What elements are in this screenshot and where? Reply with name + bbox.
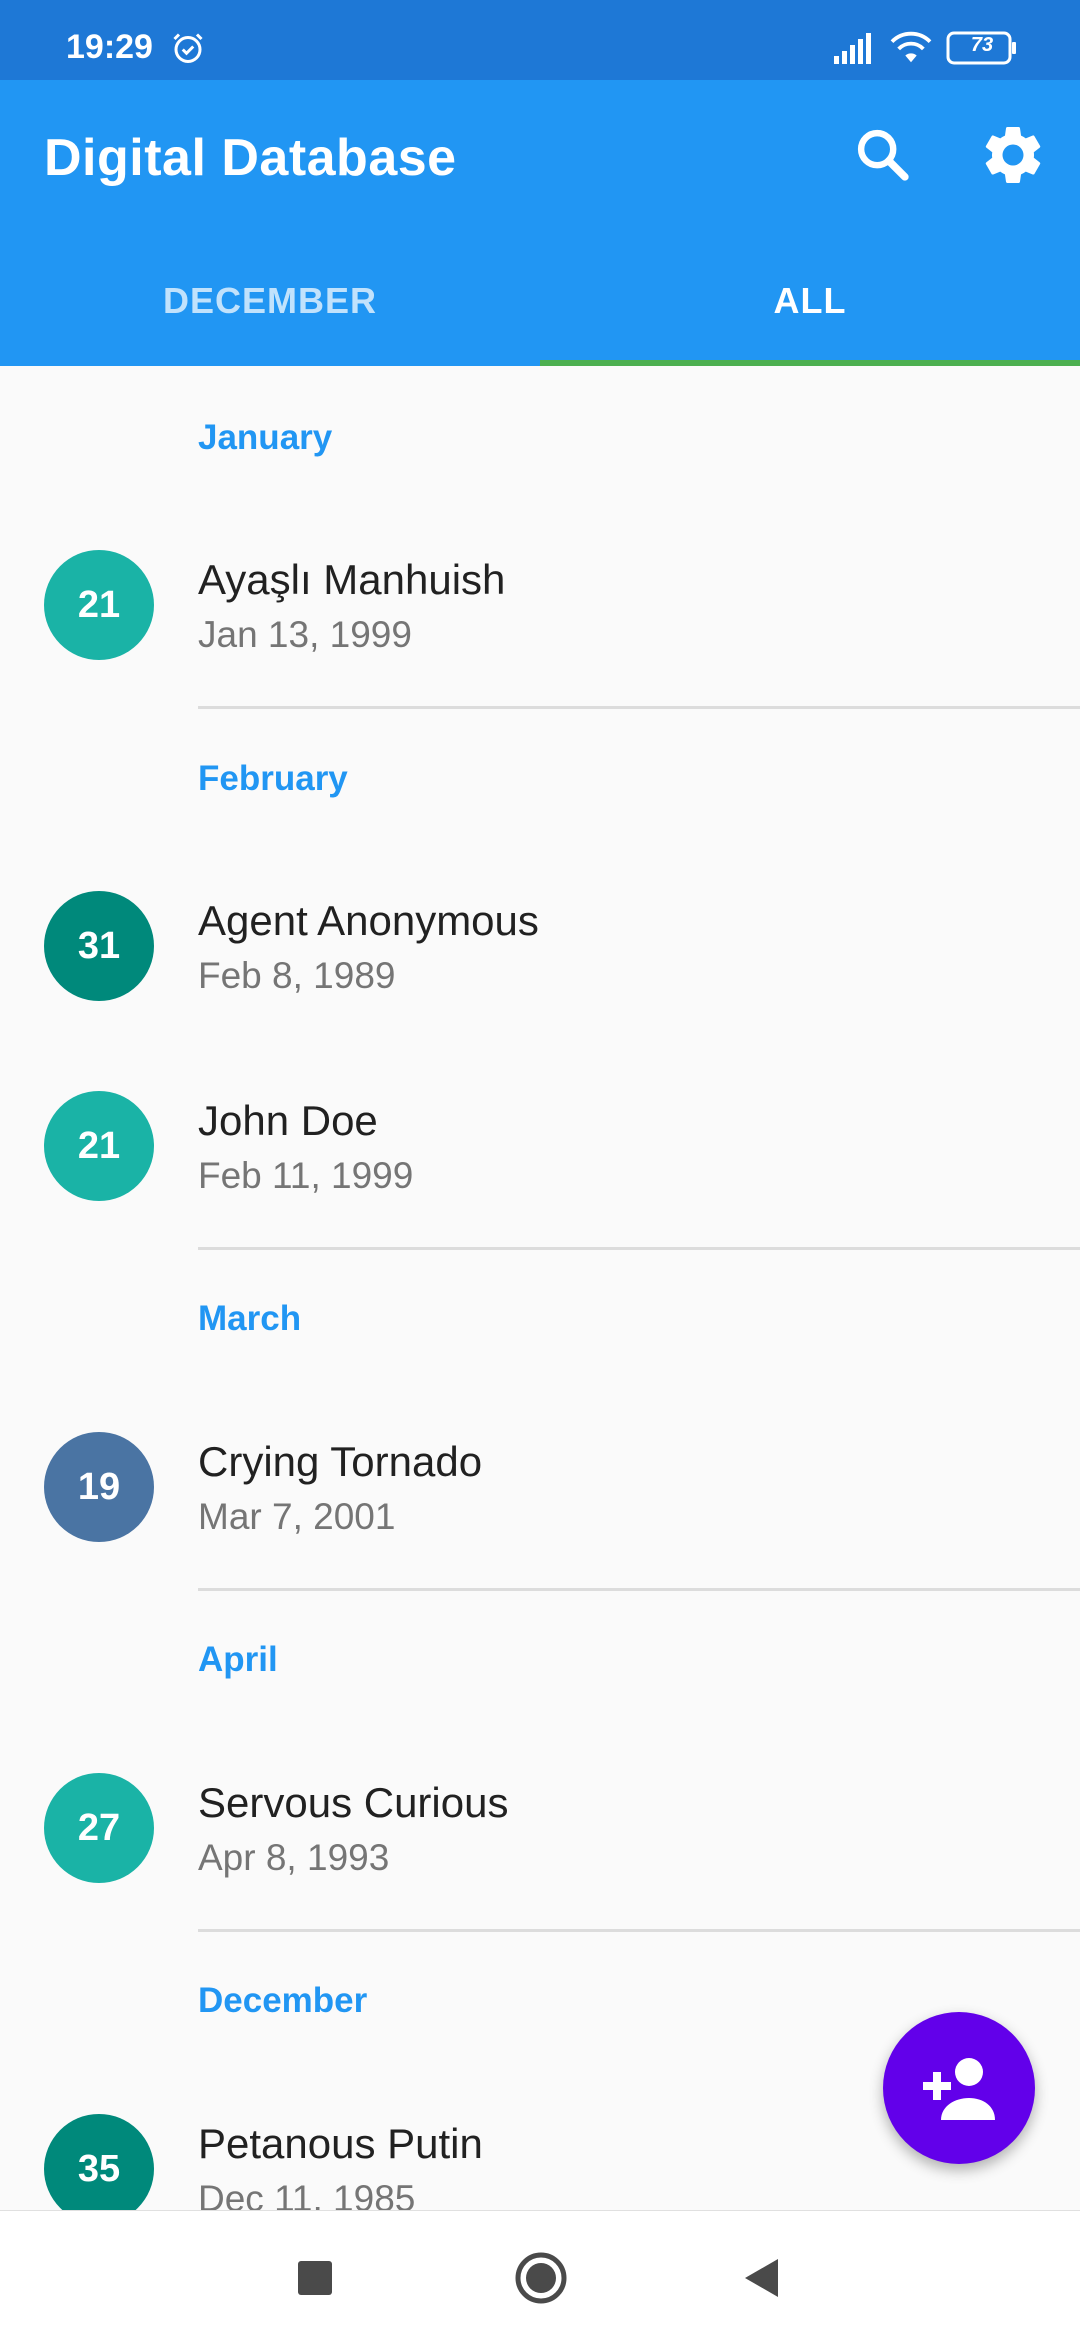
alarm-icon — [173, 33, 203, 63]
recents-icon[interactable] — [298, 2261, 332, 2295]
list-item[interactable]: 21 John Doe Feb 11, 1999 — [0, 1051, 1080, 1231]
section-header-march: March — [198, 1299, 302, 1338]
tab-december[interactable]: DECEMBER — [0, 280, 540, 366]
contact-name: Ayaşlı Manhuish — [198, 556, 506, 603]
age-avatar: 21 — [44, 550, 154, 660]
add-contact-button[interactable] — [883, 2012, 1035, 2164]
divider — [198, 1247, 1080, 1250]
contact-name: Petanous Putin — [198, 2120, 483, 2167]
wifi-icon — [890, 31, 932, 63]
list-item[interactable]: 21 Ayaşlı Manhuish Jan 13, 1999 — [0, 510, 1080, 690]
divider — [198, 1929, 1080, 1932]
section-header-february: February — [198, 759, 348, 798]
contact-name: John Doe — [198, 1097, 378, 1144]
back-icon[interactable] — [742, 2257, 782, 2299]
status-time: 19:29 — [66, 28, 153, 66]
app-title: Digital Database — [44, 129, 457, 187]
age-avatar: 31 — [44, 891, 154, 1001]
contact-name: Agent Anonymous — [198, 897, 539, 944]
age-avatar: 19 — [44, 1432, 154, 1542]
settings-icon — [985, 126, 1041, 183]
navigation-bar — [0, 2210, 1080, 2340]
battery-level: 73 — [970, 34, 994, 56]
contact-name: Servous Curious — [198, 1779, 509, 1826]
contact-name: Crying Tornado — [198, 1438, 483, 1485]
contact-date: Mar 7, 2001 — [198, 1496, 396, 1537]
contact-date: Apr 8, 1993 — [198, 1837, 390, 1878]
age-avatar: 35 — [44, 2114, 154, 2210]
section-header-april: April — [198, 1640, 278, 1679]
contact-date: Feb 11, 1999 — [198, 1155, 414, 1196]
status-bar: 19:29 73 — [0, 0, 1080, 80]
contact-list[interactable]: January 21 Ayaşlı Manhuish Jan 13, 1999 … — [0, 366, 1080, 2210]
signal-icon — [834, 33, 871, 64]
divider — [198, 706, 1080, 709]
home-icon[interactable] — [514, 2251, 568, 2305]
divider — [198, 1588, 1080, 1591]
search-button[interactable] — [848, 120, 918, 190]
contact-date: Dec 11, 1985 — [198, 2178, 416, 2210]
add-person-icon — [923, 2058, 995, 2120]
list-item[interactable]: 19 Crying Tornado Mar 7, 2001 — [0, 1392, 1080, 1572]
age-avatar: 27 — [44, 1773, 154, 1883]
settings-button[interactable] — [978, 120, 1048, 190]
search-icon — [857, 129, 909, 181]
list-item[interactable]: 27 Servous Curious Apr 8, 1993 — [0, 1733, 1080, 1913]
section-header-january: January — [198, 418, 333, 457]
section-header-december: December — [198, 1981, 368, 2020]
tab-all[interactable]: ALL — [540, 280, 1080, 366]
contact-date: Jan 13, 1999 — [198, 614, 412, 655]
app-bar: Digital Database DECEMBER ALL — [0, 80, 1080, 366]
contact-date: Feb 8, 1989 — [198, 955, 396, 996]
list-item[interactable]: 31 Agent Anonymous Feb 8, 1989 — [0, 851, 1080, 1031]
age-avatar: 21 — [44, 1091, 154, 1201]
